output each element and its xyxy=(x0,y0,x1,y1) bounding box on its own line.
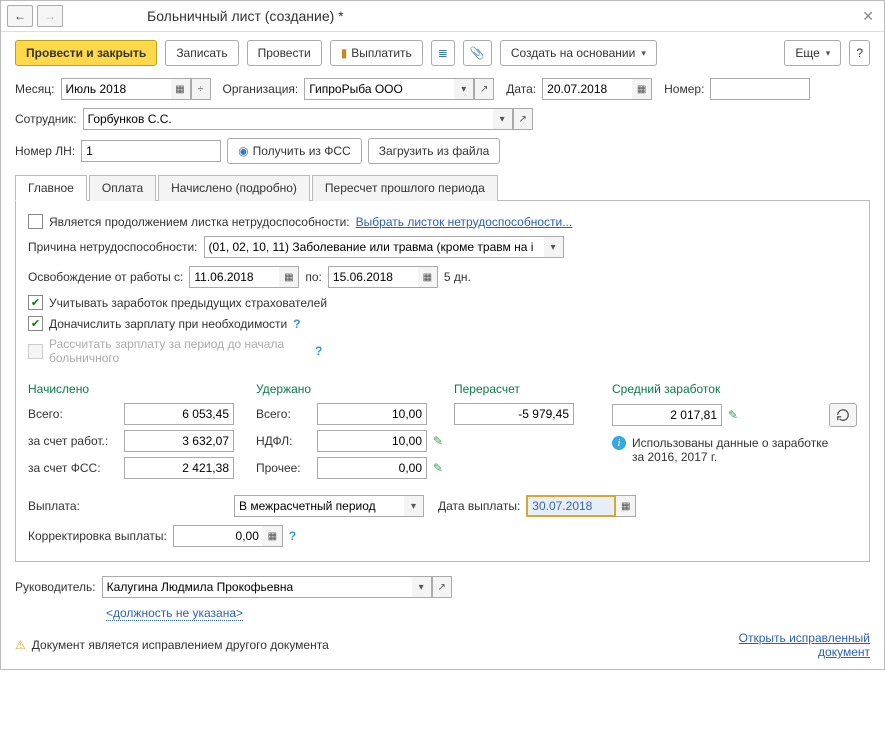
correction-input[interactable] xyxy=(173,525,263,547)
attachment-button[interactable]: 📎 xyxy=(463,40,492,66)
list-icon-button[interactable]: ≣ xyxy=(431,40,455,66)
employee-label: Сотрудник: xyxy=(15,112,77,126)
month-stepper-icon[interactable]: ÷ xyxy=(191,78,211,100)
org-label: Организация: xyxy=(223,82,299,96)
reason-label: Причина нетрудоспособности: xyxy=(28,240,198,254)
edit-avg-icon[interactable]: ✎ xyxy=(728,408,738,422)
continuation-label: Является продолжением листка нетрудоспос… xyxy=(49,215,350,229)
save-button[interactable]: Записать xyxy=(165,40,238,66)
avg-earnings[interactable] xyxy=(612,404,722,426)
month-calendar-icon[interactable]: ▦ xyxy=(171,78,191,100)
tab-accrued-detail[interactable]: Начислено (подробно) xyxy=(158,175,310,201)
payment-label: Выплата: xyxy=(28,499,118,513)
accrued-total[interactable] xyxy=(124,403,234,425)
warning-icon: ⚠ xyxy=(15,638,26,652)
more-button[interactable]: Еще▾ xyxy=(784,40,841,66)
avg-head: Средний заработок xyxy=(612,378,720,398)
nav-forward-button[interactable]: → xyxy=(37,5,63,27)
globe-icon: ◉ xyxy=(238,144,248,158)
date-input[interactable] xyxy=(542,78,632,100)
reason-dropdown-icon[interactable]: ▾ xyxy=(544,236,564,258)
release-from-input[interactable] xyxy=(189,266,279,288)
accrued-fss[interactable] xyxy=(124,457,234,479)
help-icon[interactable]: ? xyxy=(293,317,300,331)
payment-date-input[interactable] xyxy=(526,495,616,517)
refresh-icon xyxy=(836,408,850,422)
withheld-total[interactable] xyxy=(317,403,427,425)
help-icon-3[interactable]: ? xyxy=(289,529,296,543)
month-input[interactable] xyxy=(61,78,171,100)
payment-date-calendar-icon[interactable]: ▦ xyxy=(616,495,636,517)
info-icon: i xyxy=(612,436,626,450)
ln-input[interactable] xyxy=(81,140,221,162)
release-label: Освобождение от работы с: xyxy=(28,270,183,284)
edit-ndfl-icon[interactable]: ✎ xyxy=(433,434,443,448)
employee-input[interactable] xyxy=(83,108,493,130)
head-label: Руководитель: xyxy=(15,580,96,594)
head-dropdown-icon[interactable]: ▾ xyxy=(412,576,432,598)
calc-before-label: Рассчитать зарплату за период до начала … xyxy=(49,337,309,365)
accrue-if-checkbox[interactable] xyxy=(28,316,43,331)
money-icon: ▮ xyxy=(341,46,348,60)
payment-mode-select[interactable] xyxy=(234,495,404,517)
open-corrected-link[interactable]: Открыть исправленный документ xyxy=(730,631,870,659)
window-title: Больничный лист (создание) * xyxy=(147,8,344,24)
calc-before-checkbox xyxy=(28,344,43,359)
help-button[interactable]: ? xyxy=(849,40,870,66)
accrued-head: Начислено xyxy=(28,378,238,398)
release-from-calendar-icon[interactable]: ▦ xyxy=(279,266,299,288)
post-button[interactable]: Провести xyxy=(247,40,322,66)
org-dropdown-icon[interactable]: ▾ xyxy=(454,78,474,100)
date-calendar-icon[interactable]: ▦ xyxy=(632,78,652,100)
select-sheet-link[interactable]: Выбрать листок нетрудоспособности... xyxy=(356,215,573,229)
correction-label: Корректировка выплаты: xyxy=(28,529,167,543)
warning-text: Документ является исправлением другого д… xyxy=(32,638,329,652)
head-open-icon[interactable]: ↗ xyxy=(432,576,452,598)
refresh-button[interactable] xyxy=(829,403,857,427)
consider-prev-label: Учитывать заработок предыдущих страховат… xyxy=(49,296,327,310)
head-input[interactable] xyxy=(102,576,412,598)
load-from-file-button[interactable]: Загрузить из файла xyxy=(368,138,501,164)
days-count: 5 дн. xyxy=(444,270,471,284)
no-position-link[interactable]: <должность не указана> xyxy=(106,606,243,621)
ndfl-input[interactable] xyxy=(317,430,427,452)
other-input[interactable] xyxy=(317,457,427,479)
release-to-calendar-icon[interactable]: ▦ xyxy=(418,266,438,288)
tab-main[interactable]: Главное xyxy=(15,175,87,201)
pay-button[interactable]: ▮ Выплатить xyxy=(330,40,423,66)
post-and-close-button[interactable]: Провести и закрыть xyxy=(15,40,157,66)
release-to-input[interactable] xyxy=(328,266,418,288)
tab-recalc-period[interactable]: Пересчет прошлого периода xyxy=(312,175,498,201)
ln-label: Номер ЛН: xyxy=(15,144,75,158)
consider-prev-checkbox[interactable] xyxy=(28,295,43,310)
date-label: Дата: xyxy=(506,82,536,96)
nav-back-button[interactable]: ← xyxy=(7,5,33,27)
org-input[interactable] xyxy=(304,78,454,100)
number-input[interactable] xyxy=(710,78,810,100)
org-open-icon[interactable]: ↗ xyxy=(474,78,494,100)
month-label: Месяц: xyxy=(15,82,55,96)
release-to-label: по: xyxy=(305,270,322,284)
accrue-if-label: Доначислить зарплату при необходимости xyxy=(49,317,287,331)
payment-mode-dropdown-icon[interactable]: ▾ xyxy=(404,495,424,517)
info-text: Использованы данные о заработке за 2016,… xyxy=(632,436,842,464)
get-from-fss-button[interactable]: ◉ Получить из ФСС xyxy=(227,138,362,164)
employee-dropdown-icon[interactable]: ▾ xyxy=(493,108,513,130)
create-based-on-button[interactable]: Создать на основании▾ xyxy=(500,40,657,66)
employee-open-icon[interactable]: ↗ xyxy=(513,108,533,130)
payment-date-label: Дата выплаты: xyxy=(438,499,520,513)
close-icon[interactable]: ✕ xyxy=(858,8,878,25)
accrued-employer[interactable] xyxy=(124,430,234,452)
reason-input[interactable] xyxy=(204,236,544,258)
withheld-head: Удержано xyxy=(256,378,436,398)
recalc-head: Перерасчет xyxy=(454,378,594,398)
tab-payment[interactable]: Оплата xyxy=(89,175,156,201)
number-label: Номер: xyxy=(664,82,704,96)
paperclip-icon: 📎 xyxy=(470,46,485,60)
edit-other-icon[interactable]: ✎ xyxy=(433,461,443,475)
correction-calc-icon[interactable]: ▦ xyxy=(263,525,283,547)
continuation-checkbox[interactable] xyxy=(28,214,43,229)
recalc-value[interactable] xyxy=(454,403,574,425)
help-icon-2[interactable]: ? xyxy=(315,344,322,358)
